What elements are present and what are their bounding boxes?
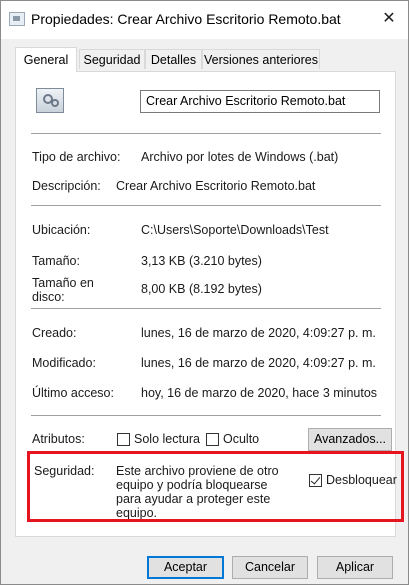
- attributes-label: Atributos:: [32, 432, 85, 446]
- last-accessed-value: hoy, 16 de marzo de 2020, hace 3 minutos: [141, 386, 378, 400]
- cancel-button[interactable]: Cancelar: [232, 556, 308, 579]
- tab-previous-versions[interactable]: Versiones anteriores: [202, 49, 320, 69]
- location-value: C:\Users\Soporte\Downloads\Test: [141, 223, 329, 237]
- properties-dialog: Propiedades: Crear Archivo Escritorio Re…: [0, 0, 409, 585]
- file-type-value: Archivo por lotes de Windows (.bat): [141, 150, 339, 164]
- batch-file-icon: [36, 88, 64, 113]
- created-value: lunes, 16 de marzo de 2020, 4:09:27 p. m…: [141, 326, 376, 340]
- tab-details[interactable]: Detalles: [145, 49, 202, 69]
- description-label: Descripción:: [32, 179, 101, 193]
- apply-button[interactable]: Aplicar: [317, 556, 393, 579]
- divider: [31, 205, 381, 206]
- security-highlight: [27, 451, 404, 522]
- divider: [31, 133, 381, 134]
- advanced-button[interactable]: Avanzados...: [308, 428, 392, 451]
- hidden-checkbox[interactable]: [206, 433, 219, 446]
- size-value: 3,13 KB (3.210 bytes): [141, 254, 262, 268]
- last-accessed-label: Último acceso:: [32, 386, 114, 400]
- size-on-disk-value: 8,00 KB (8.192 bytes): [141, 282, 262, 296]
- tab-security[interactable]: Seguridad: [79, 49, 145, 69]
- modified-value: lunes, 16 de marzo de 2020, 4:09:27 p. m…: [141, 356, 376, 370]
- divider: [31, 308, 381, 309]
- size-label: Tamaño:: [32, 254, 80, 268]
- modified-label: Modificado:: [32, 356, 96, 370]
- file-name-input[interactable]: Crear Archivo Escritorio Remoto.bat: [140, 90, 380, 113]
- file-type-label: Tipo de archivo:: [32, 150, 121, 164]
- size-on-disk-label: Tamaño en disco:: [32, 276, 94, 304]
- description-value: Crear Archivo Escritorio Remoto.bat: [116, 179, 316, 193]
- ok-button[interactable]: Aceptar: [147, 556, 224, 579]
- created-label: Creado:: [32, 326, 77, 340]
- readonly-label[interactable]: Solo lectura: [134, 432, 200, 446]
- location-label: Ubicación:: [32, 223, 91, 237]
- divider: [31, 415, 381, 416]
- close-icon[interactable]: ✕: [376, 7, 402, 31]
- tab-general[interactable]: General: [15, 47, 77, 72]
- title-bar: Propiedades: Crear Archivo Escritorio Re…: [1, 1, 408, 39]
- readonly-checkbox[interactable]: [117, 433, 130, 446]
- hidden-label[interactable]: Oculto: [223, 432, 259, 446]
- window-app-icon: [9, 12, 25, 26]
- window-title: Propiedades: Crear Archivo Escritorio Re…: [31, 11, 341, 27]
